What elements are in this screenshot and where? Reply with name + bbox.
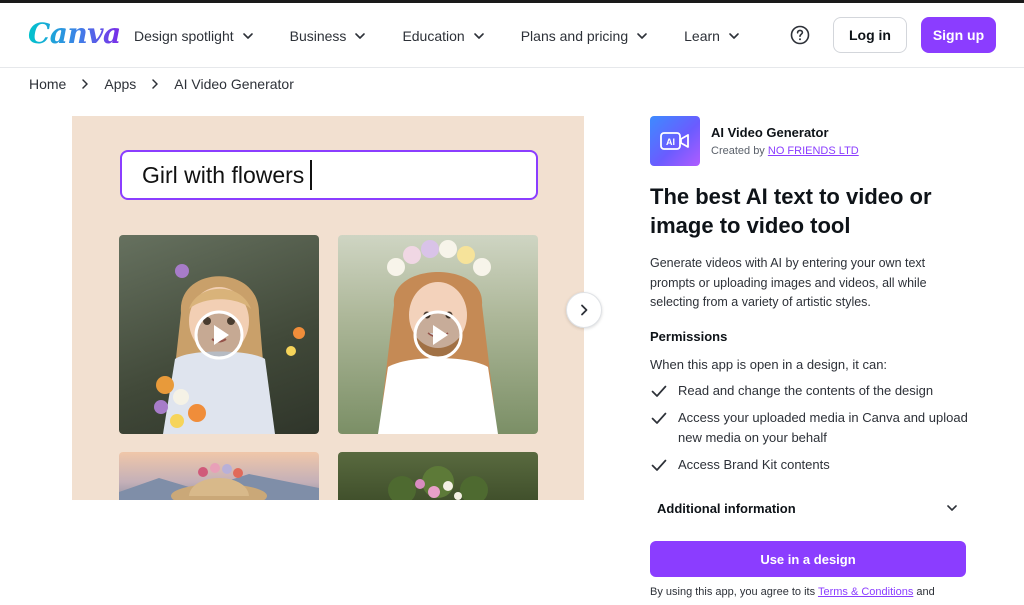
breadcrumb: Home Apps AI Video Generator (29, 76, 294, 92)
carousel-next-button[interactable] (566, 292, 602, 328)
site-header: Canva Design spotlight Business Educatio… (0, 3, 1024, 68)
help-icon[interactable] (790, 25, 810, 45)
video-thumbnail (338, 452, 538, 500)
main-nav: Design spotlight Business Education Plan… (134, 3, 776, 68)
chevron-down-icon (947, 505, 957, 511)
video-camera-icon: AI (660, 132, 689, 150)
nav-label: Learn (684, 27, 720, 44)
nav-label: Plans and pricing (520, 27, 629, 44)
creator-link[interactable]: NO FRIENDS LTD (768, 145, 859, 157)
created-by-label: Created by (711, 145, 765, 157)
video-thumbnail (119, 235, 319, 434)
check-icon (651, 385, 667, 397)
page-title: The best AI text to video or image to vi… (650, 184, 932, 238)
nav-plans-and-pricing[interactable]: Plans and pricing (521, 28, 648, 44)
nav-education[interactable]: Education (402, 28, 484, 44)
chevron-down-icon (729, 32, 739, 39)
play-icon[interactable] (193, 309, 245, 361)
app-creator: Created by NO FRIENDS LTD (711, 145, 859, 157)
nav-label: Business (289, 27, 347, 44)
nav-learn[interactable]: Learn (684, 28, 740, 44)
app-description: Generate videos with AI by entering your… (650, 256, 927, 309)
app-name: AI Video Generator (711, 125, 829, 140)
chevron-down-icon (637, 32, 647, 39)
breadcrumb-home[interactable]: Home (29, 76, 66, 92)
nav-business[interactable]: Business (290, 28, 367, 44)
nav-design-spotlight[interactable]: Design spotlight (134, 28, 254, 44)
check-icon (651, 412, 667, 424)
video-thumbnail (338, 235, 538, 434)
video-thumbnail (119, 452, 319, 500)
check-icon (651, 459, 667, 471)
hero-preview: Girl with flowers (72, 116, 584, 500)
chevron-right-icon (82, 79, 89, 89)
nav-label: Design spotlight (134, 27, 234, 44)
app-icon: AI (650, 116, 700, 166)
chevron-right-icon (581, 304, 588, 316)
login-button[interactable]: Log in (833, 17, 907, 53)
permission-item: Read and change the contents of the desi… (650, 381, 970, 401)
chevron-right-icon (152, 79, 159, 89)
breadcrumb-apps[interactable]: Apps (104, 76, 136, 92)
app-icon-label: AI (666, 137, 675, 147)
prompt-input-mock: Girl with flowers (120, 150, 538, 200)
girl-sun-hat-photo (119, 463, 319, 500)
prompt-text: Girl with flowers (142, 161, 305, 188)
flower-bouquet-photo (388, 466, 488, 500)
additional-information-toggle[interactable]: Additional information (650, 490, 966, 526)
nav-label: Education (402, 27, 465, 44)
permission-text: Access your uploaded media in Canva and … (678, 410, 968, 445)
terms-suffix: and (916, 586, 935, 598)
canva-logo[interactable]: Canva (28, 17, 121, 50)
permission-item: Access Brand Kit contents (650, 455, 970, 475)
breadcrumb-current: AI Video Generator (174, 76, 294, 92)
permission-text: Read and change the contents of the desi… (678, 383, 934, 398)
signup-button[interactable]: Sign up (921, 17, 996, 53)
additional-information-label: Additional information (657, 500, 796, 516)
terms-notice: By using this app, you agree to its Term… (650, 586, 935, 598)
chevron-down-icon (473, 32, 484, 39)
terms-prefix: By using this app, you agree to its (650, 586, 816, 598)
permission-item: Access your uploaded media in Canva and … (650, 408, 970, 448)
chevron-down-icon (242, 32, 253, 39)
permission-text: Access Brand Kit contents (678, 457, 830, 472)
chevron-down-icon (355, 32, 366, 39)
permissions-heading: Permissions (650, 329, 728, 344)
text-caret (310, 160, 313, 190)
use-in-design-button[interactable]: Use in a design (650, 541, 966, 577)
terms-link[interactable]: Terms & Conditions (818, 586, 913, 598)
play-icon[interactable] (412, 309, 464, 361)
permissions-intro: When this app is open in a design, it ca… (650, 357, 888, 372)
